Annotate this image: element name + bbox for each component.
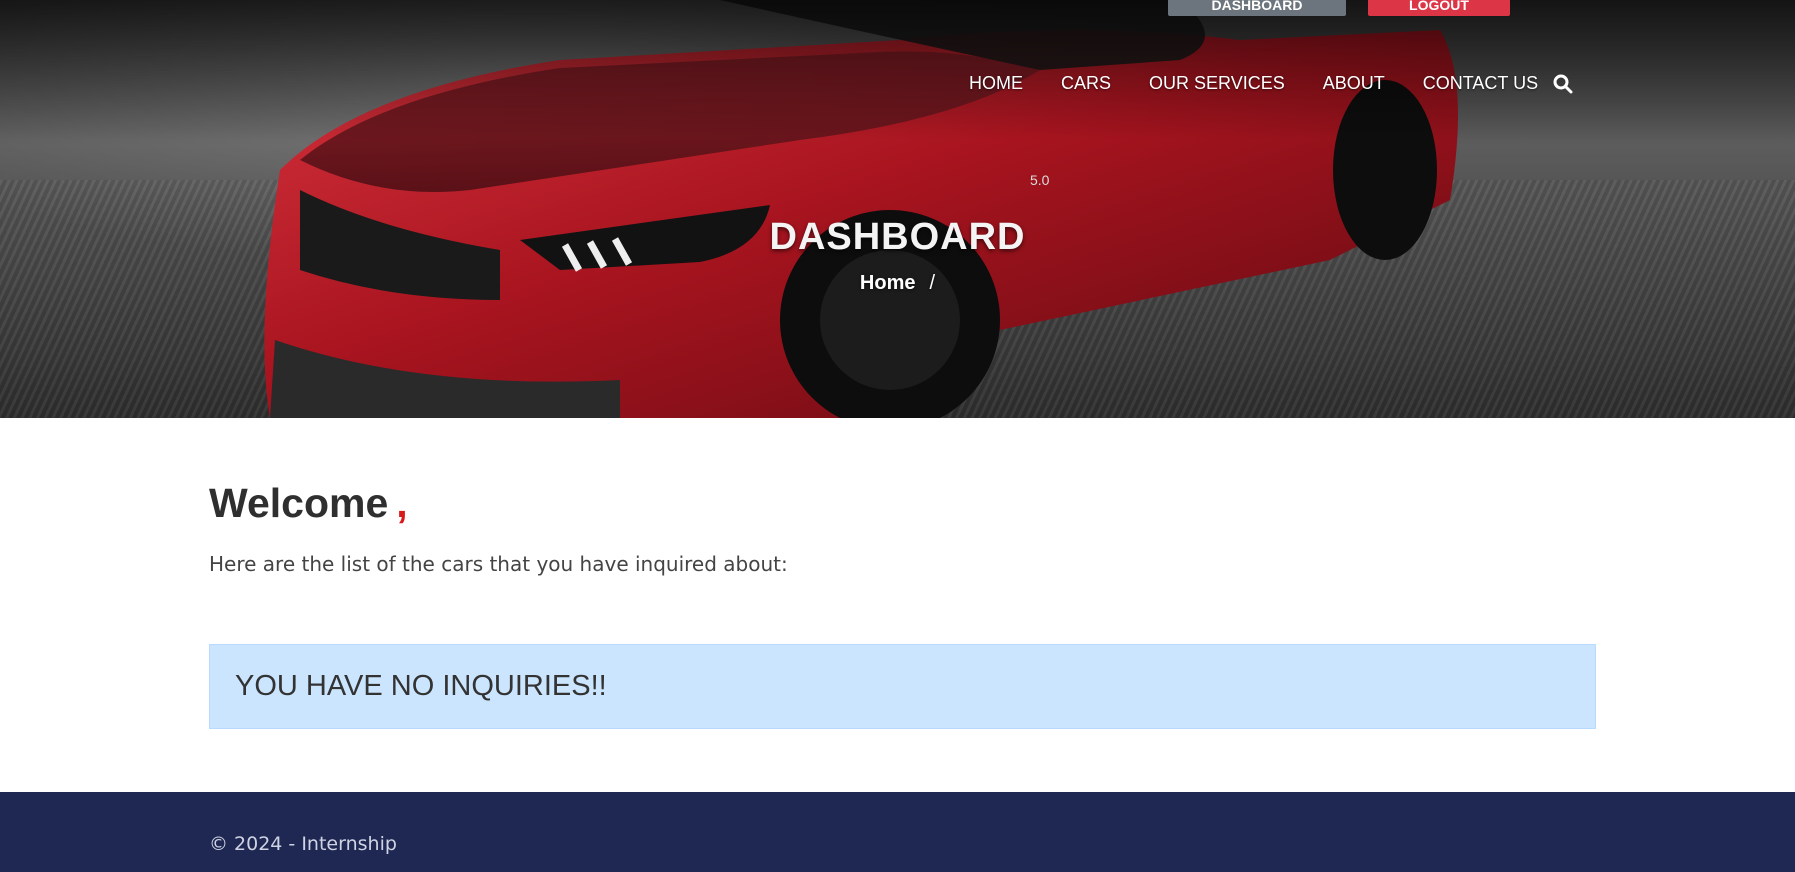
nav-contact-us[interactable]: CONTACT US bbox=[1423, 73, 1538, 94]
page-title: DASHBOARD bbox=[769, 216, 1026, 258]
dashboard-button-label: DASHBOARD bbox=[1211, 0, 1303, 13]
nav-about[interactable]: ABOUT bbox=[1323, 73, 1385, 94]
welcome-heading: Welcome, bbox=[209, 480, 408, 527]
breadcrumb-home[interactable]: Home bbox=[860, 272, 916, 294]
no-inquiries-alert: YOU HAVE NO INQUIRIES!! bbox=[209, 644, 1596, 729]
dashboard-button[interactable]: DASHBOARD bbox=[1168, 0, 1346, 16]
hero-banner: 5.0 DASHBOARD LOGOUT HOME CARS OUR SERVI… bbox=[0, 0, 1795, 418]
logout-button-label: LOGOUT bbox=[1409, 0, 1469, 13]
welcome-username: , bbox=[396, 480, 408, 526]
nav-home[interactable]: HOME bbox=[969, 73, 1023, 94]
intro-text: Here are the list of the cars that you h… bbox=[209, 552, 788, 576]
breadcrumb-separator: / bbox=[929, 272, 936, 294]
nav-our-services[interactable]: OUR SERVICES bbox=[1149, 73, 1285, 94]
main-nav: HOME CARS OUR SERVICES ABOUT CONTACT US bbox=[969, 71, 1576, 95]
breadcrumb: Home / bbox=[0, 272, 1795, 295]
alert-text: YOU HAVE NO INQUIRIES!! bbox=[235, 670, 607, 702]
search-icon[interactable] bbox=[1553, 74, 1573, 94]
svg-text:5.0: 5.0 bbox=[1030, 172, 1050, 188]
footer: © 2024 - Internship bbox=[0, 792, 1795, 872]
logout-button[interactable]: LOGOUT bbox=[1368, 0, 1510, 16]
footer-copyright: © 2024 - Internship bbox=[209, 833, 397, 855]
nav-cars[interactable]: CARS bbox=[1061, 73, 1111, 94]
welcome-text: Welcome bbox=[209, 480, 389, 526]
hero-top-overlay bbox=[0, 0, 1795, 140]
